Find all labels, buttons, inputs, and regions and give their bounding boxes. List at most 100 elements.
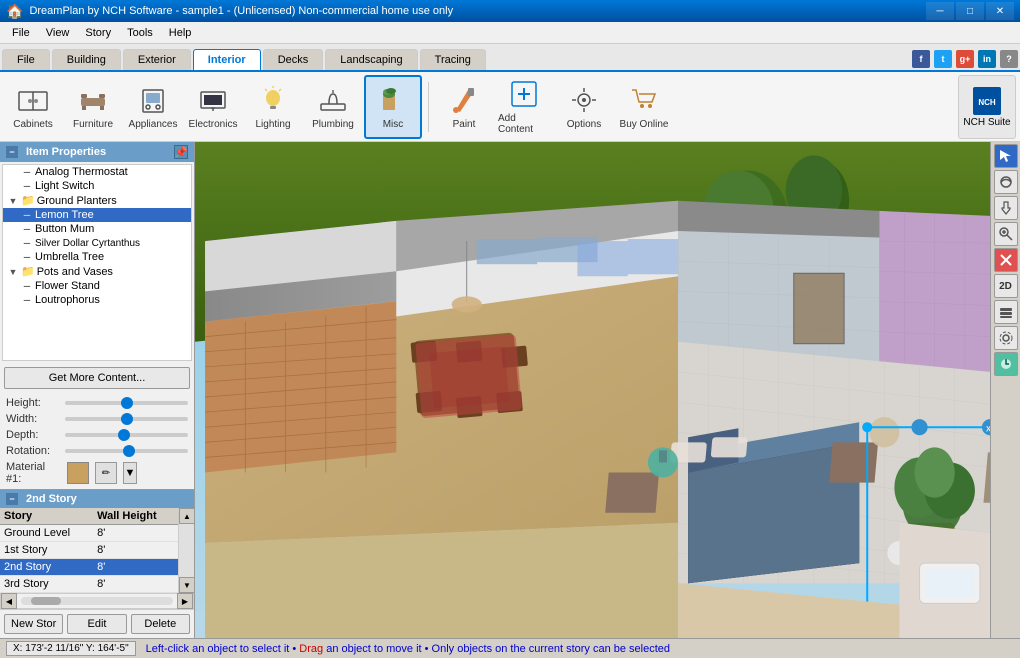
main-area: − Item Properties 📌 ─ Analog Thermostat …	[0, 142, 1020, 638]
tree-item-lemon-tree[interactable]: ─ Lemon Tree	[3, 208, 191, 222]
tree-item-silver-dollar[interactable]: ─ Silver Dollar Cyrtanthus	[3, 236, 191, 250]
titlebar: 🏠 DreamPlan by NCH Software - sample1 - …	[0, 0, 1020, 22]
social-fb[interactable]: f	[912, 50, 930, 68]
h-scroll-right[interactable]: ▶	[177, 593, 193, 609]
tree-label: Analog Thermostat	[35, 166, 128, 178]
paint-icon	[448, 84, 480, 116]
menu-story[interactable]: Story	[77, 25, 119, 41]
story-panel: − 2nd Story Story Wall Height	[0, 489, 194, 638]
social-tw[interactable]: t	[934, 50, 952, 68]
new-story-button[interactable]: New Stor	[4, 614, 63, 634]
plumbing-icon	[317, 84, 349, 116]
story-name: 2nd Story	[0, 559, 93, 576]
h-scroll-left[interactable]: ◀	[1, 593, 17, 609]
social-li[interactable]: in	[978, 50, 996, 68]
story-h-scrollbar[interactable]: ◀ ▶	[0, 593, 194, 609]
story-name: Ground Level	[0, 525, 93, 542]
menu-tools[interactable]: Tools	[119, 25, 161, 41]
tool-electronics[interactable]: Electronics	[184, 75, 242, 139]
pin-icon[interactable]: 📌	[174, 145, 188, 159]
zoom-tool-button[interactable]	[994, 222, 1018, 246]
delete-story-button[interactable]: Delete	[131, 614, 190, 634]
tree-icon: 📁	[21, 194, 35, 207]
story-row-3rd[interactable]: 3rd Story 8'	[0, 576, 178, 593]
2d-toggle-button[interactable]: 2D	[994, 274, 1018, 298]
h-scroll-thumb	[31, 597, 61, 605]
tool-lighting[interactable]: Lighting	[244, 75, 302, 139]
social-gp[interactable]: g+	[956, 50, 974, 68]
layers-button[interactable]	[994, 300, 1018, 324]
tool-appliances[interactable]: Appliances	[124, 75, 182, 139]
story-scroll-area[interactable]: Story Wall Height Ground Level 8' 1st St…	[0, 508, 178, 593]
item-properties-header[interactable]: − Item Properties 📌	[0, 142, 194, 162]
tree-item-light-switch[interactable]: ─ Light Switch	[3, 179, 191, 193]
left-panel: − Item Properties 📌 ─ Analog Thermostat …	[0, 142, 195, 638]
maximize-button[interactable]: □	[956, 2, 984, 20]
misc-label: Misc	[383, 119, 404, 130]
color-tool-button[interactable]	[994, 352, 1018, 376]
social-help[interactable]: ?	[1000, 50, 1018, 68]
orbit-tool-button[interactable]	[994, 170, 1018, 194]
options-icon	[568, 84, 600, 116]
settings-tool-button[interactable]	[994, 326, 1018, 350]
tree-item-pots-and-vases[interactable]: ▼ 📁 Pots and Vases	[3, 264, 191, 279]
close-button[interactable]: ✕	[986, 2, 1014, 20]
tool-options[interactable]: Options	[555, 75, 613, 139]
story-row-2nd[interactable]: 2nd Story 8'	[0, 559, 178, 576]
material-edit-button[interactable]: ✏	[95, 462, 117, 484]
material-swatch[interactable]	[67, 462, 89, 484]
story-panel-header[interactable]: − 2nd Story	[0, 490, 194, 508]
electronics-icon	[197, 84, 229, 116]
tab-exterior[interactable]: Exterior	[123, 49, 191, 70]
tool-misc[interactable]: Misc	[364, 75, 422, 139]
furniture-label: Furniture	[73, 119, 113, 130]
menu-file[interactable]: File	[4, 25, 38, 41]
story-scroll-down[interactable]: ▼	[179, 577, 195, 593]
tree-item-umbrella-tree[interactable]: ─ Umbrella Tree	[3, 250, 191, 264]
add-content-label: Add Content	[498, 113, 550, 135]
menu-view[interactable]: View	[38, 25, 78, 41]
menu-help[interactable]: Help	[161, 25, 200, 41]
tab-tracing[interactable]: Tracing	[420, 49, 486, 70]
minimize-button[interactable]: ─	[926, 2, 954, 20]
tree-view[interactable]: ─ Analog Thermostat ─ Light Switch ▼ 📁 G…	[2, 164, 192, 361]
tool-cabinets[interactable]: Cabinets	[4, 75, 62, 139]
canvas-area[interactable]: x	[195, 142, 990, 638]
tab-building[interactable]: Building	[52, 49, 121, 70]
tab-landscaping[interactable]: Landscaping	[325, 49, 417, 70]
tree-item-flower-stand[interactable]: ─ Flower Stand	[3, 279, 191, 293]
material-dropdown[interactable]: ▼	[123, 462, 137, 484]
rotation-row: Rotation:	[6, 445, 188, 457]
edit-story-button[interactable]: Edit	[67, 614, 126, 634]
width-slider[interactable]	[65, 417, 188, 421]
collapse-icon[interactable]: −	[6, 146, 18, 158]
story-row-1st[interactable]: 1st Story 8'	[0, 542, 178, 559]
tree-item-loutrophorus[interactable]: ─ Loutrophorus	[3, 293, 191, 307]
tool-buy-online[interactable]: Buy Online	[615, 75, 673, 139]
story-scroll-up[interactable]: ▲	[179, 508, 195, 524]
tab-decks[interactable]: Decks	[263, 49, 324, 70]
tool-add-content[interactable]: Add Content	[495, 75, 553, 139]
tab-interior[interactable]: Interior	[193, 49, 261, 70]
tool-plumbing[interactable]: Plumbing	[304, 75, 362, 139]
depth-thumb	[118, 429, 130, 441]
item-properties-title: Item Properties	[26, 146, 106, 158]
nch-suite-button[interactable]: NCH NCH Suite	[958, 75, 1016, 139]
story-row-ground[interactable]: Ground Level 8'	[0, 525, 178, 542]
tab-file[interactable]: File	[2, 49, 50, 70]
pan-tool-button[interactable]	[994, 196, 1018, 220]
delete-tool-button[interactable]	[994, 248, 1018, 272]
tool-furniture[interactable]: Furniture	[64, 75, 122, 139]
depth-slider[interactable]	[65, 433, 188, 437]
tree-item-button-mum[interactable]: ─ Button Mum	[3, 222, 191, 236]
rotation-slider[interactable]	[65, 449, 188, 453]
tree-item-analog-thermostat[interactable]: ─ Analog Thermostat	[3, 165, 191, 179]
tree-label: Light Switch	[35, 180, 94, 192]
title-area: 🏠 DreamPlan by NCH Software - sample1 - …	[6, 3, 453, 20]
tree-item-ground-planters[interactable]: ▼ 📁 Ground Planters	[3, 193, 191, 208]
tool-paint[interactable]: Paint	[435, 75, 493, 139]
cursor-tool-button[interactable]	[994, 144, 1018, 168]
height-slider[interactable]	[65, 401, 188, 405]
story-collapse-icon[interactable]: −	[6, 493, 18, 505]
get-more-content-button[interactable]: Get More Content...	[4, 367, 190, 389]
